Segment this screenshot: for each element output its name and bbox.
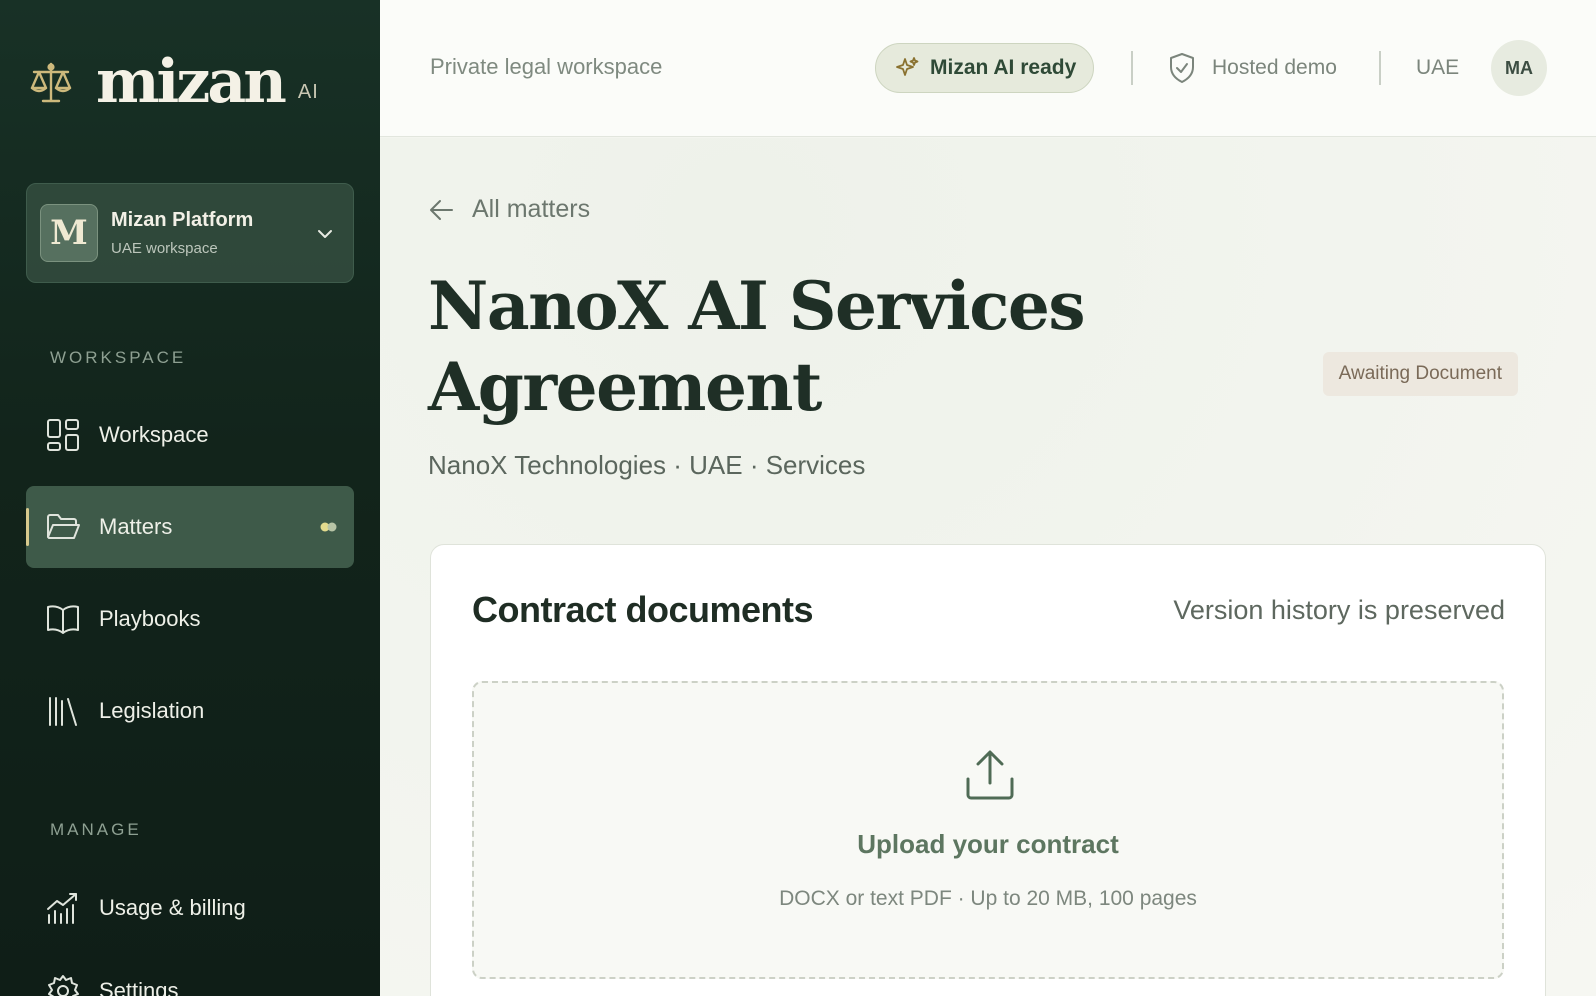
sidebar-item-settings[interactable]: Settings	[26, 950, 354, 996]
page-title: NanoX AI Services Agreement	[428, 267, 1086, 426]
ai-status-pill[interactable]: Mizan AI ready	[875, 43, 1094, 93]
sidebar-item-legislation[interactable]: Legislation	[26, 670, 354, 752]
status-badge: Awaiting Document	[1322, 352, 1518, 396]
shield-check-icon	[1170, 53, 1194, 83]
brand-name: mizan	[96, 47, 287, 117]
back-to-matters-link[interactable]: All matters	[428, 195, 590, 224]
gear-icon	[48, 975, 79, 996]
upload-dropzone[interactable]: Upload your contract DOCX or text PDF · …	[472, 681, 1504, 979]
sidebar-item-label: Playbooks	[99, 606, 201, 631]
folder-icon	[47, 514, 80, 539]
sidebar-item-usage-billing[interactable]: Usage & billing	[26, 867, 354, 949]
organization-switcher[interactable]: M Mizan Platform UAE workspace	[26, 183, 354, 283]
upload-icon	[966, 750, 1014, 800]
hosting-label: Hosted demo	[1212, 56, 1337, 79]
upload-hint: DOCX or text PDF · Up to 20 MB, 100 page…	[779, 887, 1197, 910]
workspace-tagline: Private legal workspace	[430, 54, 663, 79]
hosting-indicator: Hosted demo	[1168, 52, 1337, 84]
upload-title: Upload your contract	[857, 829, 1119, 859]
ai-status-label: Mizan AI ready	[930, 56, 1077, 79]
org-avatar: M	[40, 204, 98, 262]
sidebar-item-playbooks[interactable]: Playbooks	[26, 578, 354, 660]
sidebar-item-label: Legislation	[99, 698, 205, 723]
book-icon	[47, 605, 79, 634]
org-name: Mizan Platform	[111, 209, 254, 231]
library-icon	[49, 697, 77, 726]
sidebar-item-label: Settings	[99, 978, 179, 996]
arrow-left-icon	[430, 199, 453, 220]
chart-icon	[47, 893, 77, 924]
sidebar: mizan AI M Mizan Platform UAE workspace …	[0, 0, 380, 996]
card-title: Contract documents	[472, 589, 814, 630]
matter-subtitle: NanoX Technologies · UAE · Services	[428, 450, 866, 480]
brand-suffix: AI	[297, 81, 319, 103]
grid-icon	[47, 419, 79, 451]
contract-documents-card: Contract documents Version history is pr…	[430, 544, 1546, 996]
region-selector[interactable]: UAE	[1416, 56, 1459, 80]
divider	[1131, 51, 1133, 85]
back-label: All matters	[472, 195, 591, 223]
top-bar: Private legal workspace Mizan AI ready H…	[380, 0, 1596, 137]
main-content: All matters NanoX AI Services Agreement …	[380, 138, 1596, 996]
section-label-manage: MANAGE	[50, 820, 142, 839]
chevron-down-icon	[318, 230, 332, 238]
user-avatar[interactable]: MA	[1491, 40, 1547, 96]
sidebar-item-label: Matters	[99, 514, 173, 539]
sidebar-item-workspace[interactable]: Workspace	[26, 394, 354, 476]
sparkle-icon	[896, 57, 919, 76]
sidebar-item-label: Usage & billing	[99, 895, 246, 920]
scales-icon	[30, 62, 72, 103]
version-history-note: Version history is preserved	[1173, 595, 1505, 625]
sidebar-item-matters[interactable]: Matters	[26, 486, 354, 568]
brand-logo[interactable]: mizan AI	[28, 52, 319, 112]
section-label-workspace: WORKSPACE	[50, 348, 187, 367]
activity-indicator-icon	[320, 522, 337, 532]
divider	[1379, 51, 1381, 85]
org-subtitle: UAE workspace	[111, 240, 218, 257]
sidebar-item-label: Workspace	[99, 422, 209, 447]
